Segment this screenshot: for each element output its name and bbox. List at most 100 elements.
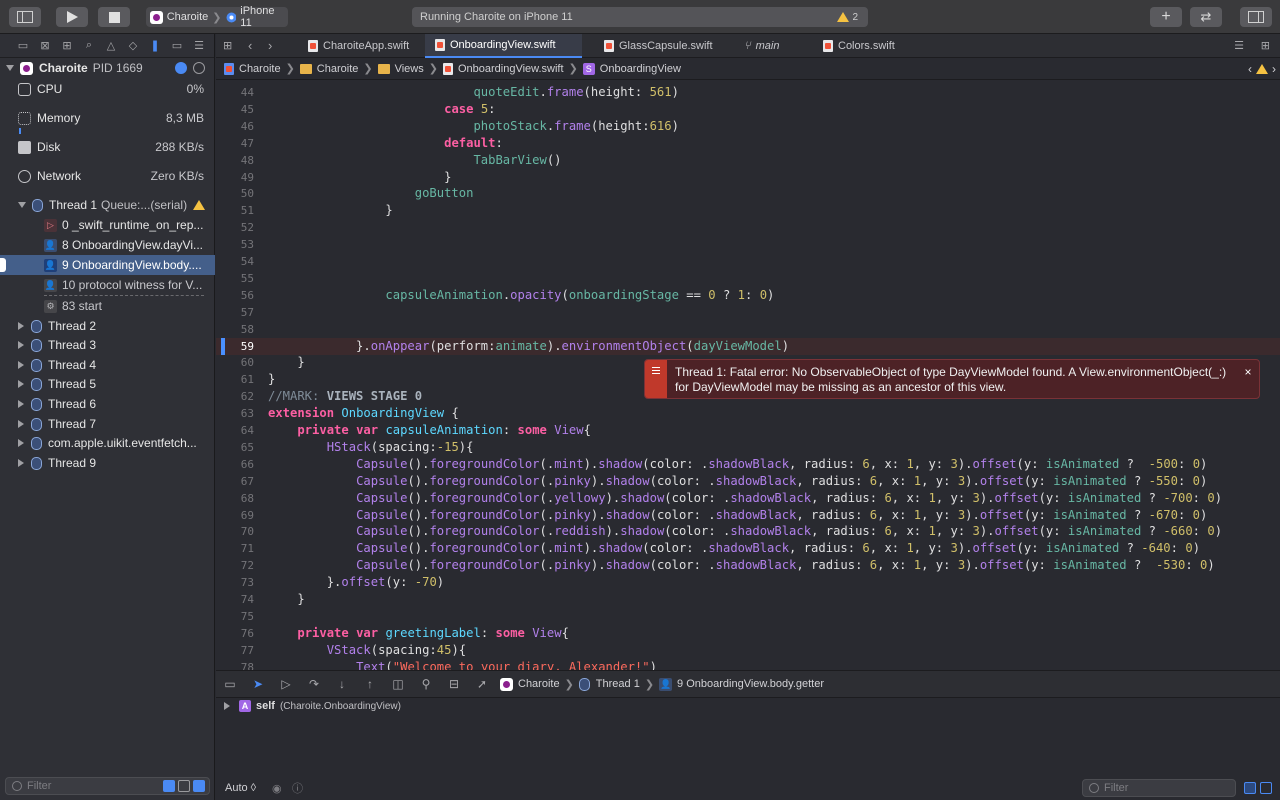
code-text[interactable]: goButton [268,185,474,202]
warnings-indicator[interactable]: 2 [837,12,858,23]
view-hierarchy-icon[interactable]: ◫ [384,670,412,698]
code-line[interactable]: 44 quoteEdit.frame(height: 561) [216,84,1280,101]
code-line[interactable]: 74 } [216,591,1280,608]
gauge-memory[interactable]: Memory 8,3 MB [0,108,215,128]
line-number[interactable]: 45 [216,101,254,118]
frame-row-selected[interactable]: 👤 9 OnboardingView.body.... [0,255,215,275]
code-line[interactable]: 45 case 5: [216,101,1280,118]
line-number[interactable]: 47 [216,135,254,152]
memory-graph-icon[interactable] [193,62,205,74]
frame-row[interactable]: ▷ 0 _swift_runtime_on_rep... [0,215,215,235]
code-line[interactable]: 75 [216,608,1280,625]
hide-debug-area-icon[interactable]: ▭ [216,670,244,698]
breakpoint-icon[interactable]: ▭ [169,39,185,53]
code-text[interactable]: photoStack.frame(height:616) [268,118,678,135]
code-line[interactable]: 65 HStack(spacing:-15){ [216,439,1280,456]
code-text[interactable]: Capsule().foregroundColor(.mint).shadow(… [268,540,1200,557]
console-pane-toggle-icon[interactable] [1260,782,1272,794]
code-text[interactable]: TabBarView() [268,152,561,169]
code-text[interactable]: private var greetingLabel: some View{ [268,625,569,642]
navigator-toggle-button[interactable] [9,7,41,27]
line-number[interactable]: 56 [216,287,254,304]
back-icon[interactable]: ‹ [248,38,252,53]
report-icon[interactable]: ☰ [191,39,207,53]
code-text[interactable]: case 5: [268,101,495,118]
code-text[interactable]: capsuleAnimation.opacity(onboardingStage… [268,287,774,304]
debug-app-label[interactable]: Charoite [518,678,560,690]
tab-main[interactable]: ⑂ main [734,34,789,58]
scheme-selector[interactable]: Charoite ❯ iPhone 11 [146,5,288,29]
thread-row[interactable]: Thread 3 [0,335,215,355]
line-number[interactable]: 75 [216,608,254,625]
thread-row-1[interactable]: Thread 1 Queue:...(serial) [0,195,215,215]
code-line[interactable]: 76 private var greetingLabel: some View{ [216,625,1280,642]
thread-row[interactable]: Thread 7 [0,414,215,434]
code-text[interactable]: private var capsuleAnimation: some View{ [268,422,591,439]
tab-colors[interactable]: Colors.swift [813,34,905,58]
code-line[interactable]: 68 Capsule().foregroundColor(.yellowy).s… [216,490,1280,507]
jump-folder[interactable]: Views [395,63,424,75]
code-text[interactable]: } [268,371,275,388]
next-issue-icon[interactable]: › [1272,62,1276,76]
step-out-icon[interactable]: ↑ [356,670,384,698]
code-line[interactable]: 56 capsuleAnimation.opacity(onboardingSt… [216,287,1280,304]
line-number[interactable]: 70 [216,523,254,540]
code-text[interactable]: //MARK: VIEWS STAGE 0 [268,388,422,405]
code-review-button[interactable]: ⇄ [1190,7,1222,27]
tab-charoiteapp[interactable]: CharoiteApp.swift [298,34,419,58]
line-number[interactable]: 74 [216,591,254,608]
thread-row[interactable]: Thread 4 [0,355,215,375]
filter-toggle-icon[interactable] [193,780,205,792]
code-text[interactable]: Capsule().foregroundColor(.pinky).shadow… [268,557,1215,574]
code-text[interactable]: quoteEdit.frame(height: 561) [268,84,678,101]
frame-row[interactable]: 👤 8 OnboardingView.dayVi... [0,235,215,255]
thread-row[interactable]: Thread 5 [0,374,215,394]
library-button[interactable]: + [1150,7,1182,27]
variables-pane-toggle-icon[interactable] [1244,782,1256,794]
grid-icon[interactable]: ⊞ [223,39,232,52]
code-text[interactable]: Capsule().foregroundColor(.pinky).shadow… [268,507,1207,524]
line-number[interactable]: 69 [216,507,254,524]
code-text[interactable]: Capsule().foregroundColor(.reddish).shad… [268,523,1222,540]
code-line[interactable]: 47 default: [216,135,1280,152]
gauge-disk[interactable]: Disk 288 KB/s [0,137,215,157]
code-line[interactable]: 63 extension OnboardingView { [216,405,1280,422]
code-text[interactable]: Capsule().foregroundColor(.pinky).shadow… [268,473,1207,490]
code-line[interactable]: 78 Text("Welcome to your diary, Alexande… [216,659,1280,670]
search-icon[interactable]: ⌕ [81,39,97,53]
line-number[interactable]: 72 [216,557,254,574]
source-control-icon[interactable]: ⊠ [37,39,53,53]
code-text[interactable]: Text("Welcome to your diary, Alexander!"… [268,659,657,670]
line-number[interactable]: 60 [216,354,254,371]
code-line[interactable]: 52 [216,219,1280,236]
line-number[interactable]: 52 [216,219,254,236]
hierarchy-icon[interactable]: ⊞ [59,39,75,53]
line-number[interactable]: 65 [216,439,254,456]
jump-symbol[interactable]: OnboardingView [600,63,681,75]
thread-row[interactable]: Thread 9 [0,453,215,473]
environment-overrides-icon[interactable]: ⊟ [440,670,468,698]
line-number[interactable]: 49 [216,169,254,186]
code-line[interactable]: 54 [216,253,1280,270]
code-line[interactable]: 77 VStack(spacing:45){ [216,642,1280,659]
previous-issue-icon[interactable]: ‹ [1248,62,1252,76]
line-number[interactable]: 51 [216,202,254,219]
line-number[interactable]: 50 [216,185,254,202]
code-line[interactable]: 70 Capsule().foregroundColor(.reddish).s… [216,523,1280,540]
code-text[interactable]: } [268,169,451,186]
run-button[interactable] [56,7,88,27]
line-number[interactable]: 67 [216,473,254,490]
stop-button[interactable] [98,7,130,27]
disclosure-icon[interactable] [224,702,230,710]
process-row[interactable]: Charoite PID 1669 [0,58,215,78]
gauge-cpu[interactable]: CPU 0% [0,79,215,99]
line-number[interactable]: 78 [216,659,254,670]
debug-frame-label[interactable]: 9 OnboardingView.body.getter [677,678,824,690]
code-line[interactable]: 71 Capsule().foregroundColor(.mint).shad… [216,540,1280,557]
forward-icon[interactable]: › [268,38,272,53]
code-text[interactable]: Capsule().foregroundColor(.yellowy).shad… [268,490,1222,507]
jump-group[interactable]: Charoite [317,63,359,75]
line-number[interactable]: 44 [216,84,254,101]
continue-icon[interactable]: ▷ [272,670,300,698]
code-text[interactable]: Capsule().foregroundColor(.mint).shadow(… [268,456,1207,473]
